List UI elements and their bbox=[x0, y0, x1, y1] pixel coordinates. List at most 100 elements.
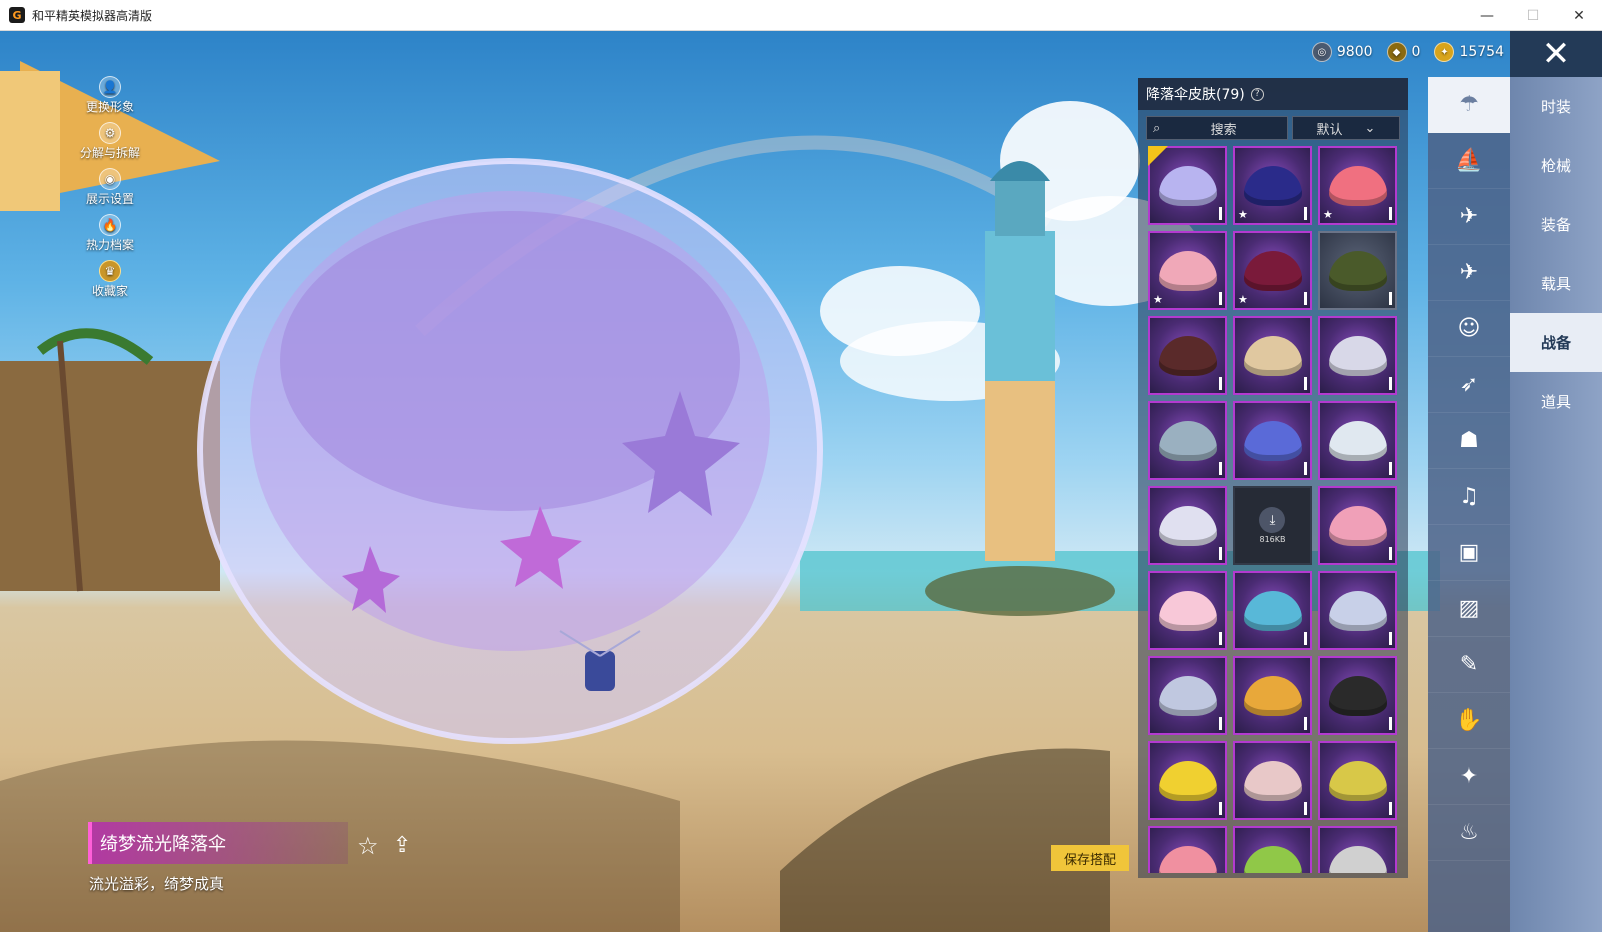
parachute-thumbnail bbox=[1243, 845, 1302, 873]
share-icon[interactable]: ⇪ bbox=[393, 833, 411, 858]
skin-slot[interactable] bbox=[1318, 231, 1397, 310]
panel-title: 降落伞皮肤(79) bbox=[1146, 87, 1245, 103]
currency-bar: ◎ 9800 ◆ 0 ✦ 15754 bbox=[1311, 42, 1504, 62]
collector-label: 收藏家 bbox=[91, 284, 128, 298]
boat-icon[interactable]: ⛵ bbox=[1428, 133, 1510, 189]
download-icon: ⤓ bbox=[1259, 507, 1286, 533]
magic-wand-icon[interactable]: ✦ bbox=[1428, 749, 1510, 805]
level-bar bbox=[1219, 377, 1222, 390]
skin-slot[interactable] bbox=[1148, 826, 1227, 873]
save-outfit-button[interactable]: 保存搭配 bbox=[1051, 845, 1129, 871]
tab-category-0[interactable]: 时装 bbox=[1510, 77, 1602, 136]
skin-slot[interactable] bbox=[1318, 571, 1397, 650]
skin-slot[interactable] bbox=[1148, 486, 1227, 565]
gesture-icon[interactable]: ✋ bbox=[1428, 693, 1510, 749]
currency-gold[interactable]: ◆ 0 bbox=[1386, 42, 1420, 62]
window-title: 和平精英模拟器高清版 bbox=[32, 8, 153, 23]
parachute-thumbnail bbox=[1158, 590, 1217, 631]
skin-slot[interactable] bbox=[1318, 656, 1397, 735]
level-bar bbox=[1389, 462, 1392, 475]
tab-category-5[interactable]: 道具 bbox=[1510, 372, 1602, 431]
robot-icon[interactable]: ☗ bbox=[1428, 413, 1510, 469]
gold-badge-icon: ◆ bbox=[1386, 42, 1407, 62]
parachute-icon[interactable]: ☂ bbox=[1428, 77, 1510, 133]
skin-slot[interactable] bbox=[1318, 401, 1397, 480]
download-indicator: ⤓ 816KB bbox=[1259, 507, 1286, 544]
skin-slot[interactable] bbox=[1148, 741, 1227, 820]
skin-slot[interactable] bbox=[1318, 741, 1397, 820]
level-bar bbox=[1389, 632, 1392, 645]
drone-icon[interactable]: ✈ bbox=[1428, 189, 1510, 245]
level-bar bbox=[1219, 292, 1222, 305]
level-bar bbox=[1219, 632, 1222, 645]
window-close-button[interactable]: ✕ bbox=[1556, 0, 1602, 31]
level-bar bbox=[1219, 802, 1222, 815]
picture-icon[interactable]: ▨ bbox=[1428, 581, 1510, 637]
help-icon[interactable]: ? bbox=[1250, 87, 1264, 101]
level-bar bbox=[1304, 377, 1307, 390]
star-icon: ★ bbox=[1238, 208, 1248, 221]
parachute-thumbnail bbox=[1243, 250, 1302, 291]
skin-slot[interactable] bbox=[1148, 316, 1227, 395]
collector-button[interactable]: ♛ 收藏家 bbox=[70, 260, 150, 306]
tab-category-3[interactable]: 载具 bbox=[1510, 254, 1602, 313]
parachute-thumbnail bbox=[1158, 335, 1217, 376]
chat-icon[interactable]: ▣ bbox=[1428, 525, 1510, 581]
skin-slot[interactable] bbox=[1148, 571, 1227, 650]
tab-category-2[interactable]: 装备 bbox=[1510, 195, 1602, 254]
skin-slot[interactable] bbox=[1148, 401, 1227, 480]
skin-slot[interactable] bbox=[1318, 316, 1397, 395]
change-avatar-button[interactable]: 👤 更换形象 bbox=[70, 76, 150, 122]
skin-slot[interactable] bbox=[1233, 826, 1312, 873]
level-bar bbox=[1304, 717, 1307, 730]
skin-slot[interactable]: ★ bbox=[1148, 231, 1227, 310]
skin-slot[interactable]: ★ bbox=[1318, 146, 1397, 225]
sort-dropdown[interactable]: 默认 ⌄ bbox=[1292, 116, 1400, 140]
level-bar bbox=[1304, 207, 1307, 220]
parachute-thumbnail bbox=[1158, 165, 1217, 206]
skin-slot[interactable] bbox=[1148, 146, 1227, 225]
skin-slot[interactable]: ⤓ 816KB bbox=[1233, 486, 1312, 565]
star-icon: ★ bbox=[1323, 208, 1333, 221]
skin-slot[interactable] bbox=[1233, 741, 1312, 820]
maximize-button[interactable]: ☐ bbox=[1510, 0, 1556, 31]
spray-icon[interactable]: ✎ bbox=[1428, 637, 1510, 693]
chicken-icon[interactable]: ♨ bbox=[1428, 805, 1510, 861]
skin-slot[interactable] bbox=[1233, 316, 1312, 395]
speaker-icon[interactable]: ♫ bbox=[1428, 469, 1510, 525]
skin-slot[interactable] bbox=[1148, 656, 1227, 735]
minimize-button[interactable]: — bbox=[1464, 0, 1510, 31]
item-name: 绮梦流光降落伞 bbox=[88, 822, 348, 864]
search-input[interactable]: ⌕ 搜索 bbox=[1146, 116, 1288, 140]
window-title-bar: G 和平精英模拟器高清版 — ☐ ✕ bbox=[0, 0, 1602, 31]
glider-icon[interactable]: ➶ bbox=[1428, 357, 1510, 413]
app-icon: G bbox=[9, 7, 25, 23]
skin-slot[interactable] bbox=[1318, 486, 1397, 565]
face-icon[interactable]: ☺ bbox=[1428, 301, 1510, 357]
skin-slot[interactable]: ★ bbox=[1233, 231, 1312, 310]
skin-slot[interactable] bbox=[1233, 401, 1312, 480]
currency-silver-value: 9800 bbox=[1336, 44, 1373, 60]
plane-icon[interactable]: ✈ bbox=[1428, 245, 1510, 301]
parachute-thumbnail bbox=[1243, 335, 1302, 376]
decompose-label: 分解与拆解 bbox=[79, 146, 140, 160]
tab-category-1[interactable]: 枪械 bbox=[1510, 136, 1602, 195]
display-settings-button[interactable]: ◉ 展示设置 bbox=[70, 168, 150, 214]
skin-slot[interactable]: ★ bbox=[1233, 146, 1312, 225]
search-icon: ⌕ bbox=[1153, 120, 1161, 136]
skin-slot[interactable] bbox=[1233, 656, 1312, 735]
parachute-thumbnail bbox=[1328, 165, 1387, 206]
heat-profile-button[interactable]: 🔥 热力档案 bbox=[70, 214, 150, 260]
tab-category-4[interactable]: 战备 bbox=[1510, 313, 1602, 372]
parachute-thumbnail bbox=[1243, 760, 1302, 801]
currency-coupon[interactable]: ✦ 15754 bbox=[1434, 42, 1504, 62]
change-avatar-label: 更换形象 bbox=[85, 100, 134, 114]
skin-slot[interactable] bbox=[1318, 826, 1397, 873]
currency-silver[interactable]: ◎ 9800 bbox=[1311, 42, 1373, 62]
favorite-star-icon[interactable]: ☆ bbox=[357, 832, 379, 860]
close-wardrobe-button[interactable]: ✕ bbox=[1510, 31, 1602, 77]
skin-slot[interactable] bbox=[1233, 571, 1312, 650]
star-icon: ★ bbox=[1153, 293, 1163, 306]
decompose-button[interactable]: ⚙ 分解与拆解 bbox=[70, 122, 150, 168]
level-bar bbox=[1389, 802, 1392, 815]
